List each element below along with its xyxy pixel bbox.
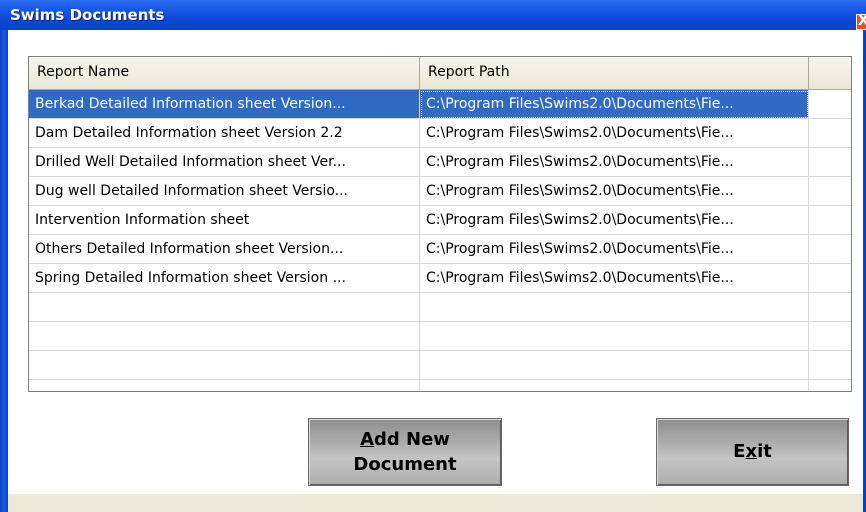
report-name-cell[interactable]: Intervention Information sheet — [29, 206, 420, 235]
documents-grid[interactable]: Report Name Report Path Berkad Detailed … — [28, 56, 852, 392]
table-row[interactable]: Others Detailed Information sheet Versio… — [29, 235, 851, 264]
empty-row — [29, 380, 851, 391]
filler-cell — [809, 90, 851, 119]
filler-cell — [809, 177, 851, 206]
report-name-cell[interactable]: Others Detailed Information sheet Versio… — [29, 235, 420, 264]
label-part: it — [757, 441, 772, 462]
empty-cell — [809, 351, 851, 380]
table-row[interactable]: Intervention Information sheet C:\Progra… — [29, 206, 851, 235]
empty-cell — [29, 293, 420, 322]
report-path-cell[interactable]: C:\Program Files\Swims2.0\Documents\Fie.… — [420, 177, 809, 206]
column-header-report-name[interactable]: Report Name — [29, 57, 420, 89]
table-row[interactable]: Dug well Detailed Information sheet Vers… — [29, 177, 851, 206]
mnemonic-x: x — [745, 441, 758, 462]
exit-button[interactable]: Exit — [656, 418, 849, 486]
window-border-left — [0, 30, 8, 512]
table-row[interactable]: Spring Detailed Information sheet Versio… — [29, 264, 851, 293]
close-icon: X — [858, 15, 866, 29]
report-path-cell[interactable]: C:\Program Files\Swims2.0\Documents\Fie.… — [420, 148, 809, 177]
window-title: Swims Documents — [10, 6, 165, 24]
title-bar[interactable]: Swims Documents X — [0, 0, 866, 30]
label-part: E — [733, 441, 746, 462]
status-strip — [8, 494, 863, 512]
report-name-cell[interactable]: Dam Detailed Information sheet Version 2… — [29, 119, 420, 148]
add-new-document-label-line1: Add New — [309, 427, 501, 452]
empty-row — [29, 322, 851, 351]
report-path-cell[interactable]: C:\Program Files\Swims2.0\Documents\Fie.… — [420, 235, 809, 264]
report-path-cell[interactable]: C:\Program Files\Swims2.0\Documents\Fie.… — [420, 90, 809, 119]
filler-cell — [809, 235, 851, 264]
table-row[interactable]: Dam Detailed Information sheet Version 2… — [29, 119, 851, 148]
report-path-cell[interactable]: C:\Program Files\Swims2.0\Documents\Fie.… — [420, 264, 809, 293]
empty-cell — [420, 351, 809, 380]
empty-cell — [420, 380, 809, 391]
empty-row — [29, 293, 851, 322]
empty-cell — [809, 322, 851, 351]
add-new-document-label-line2: Document — [353, 454, 457, 475]
filler-cell — [809, 119, 851, 148]
filler-cell — [809, 148, 851, 177]
empty-cell — [29, 322, 420, 351]
grid-header: Report Name Report Path — [29, 57, 851, 90]
table-row[interactable]: Berkad Detailed Information sheet Versio… — [29, 90, 851, 119]
report-name-cell[interactable]: Spring Detailed Information sheet Versio… — [29, 264, 420, 293]
report-name-cell[interactable]: Berkad Detailed Information sheet Versio… — [29, 90, 420, 119]
add-new-document-button[interactable]: Add New Document — [308, 418, 502, 486]
filler-cell — [809, 264, 851, 293]
table-row[interactable]: Drilled Well Detailed Information sheet … — [29, 148, 851, 177]
report-name-cell[interactable]: Dug well Detailed Information sheet Vers… — [29, 177, 420, 206]
empty-row — [29, 351, 851, 380]
mnemonic-a: A — [360, 429, 374, 450]
report-name-cell[interactable]: Drilled Well Detailed Information sheet … — [29, 148, 420, 177]
column-header-filler — [809, 57, 851, 89]
column-header-report-path[interactable]: Report Path — [420, 57, 809, 89]
label-part: dd New — [374, 429, 450, 450]
filler-cell — [809, 206, 851, 235]
empty-cell — [29, 380, 420, 391]
report-path-cell[interactable]: C:\Program Files\Swims2.0\Documents\Fie.… — [420, 119, 809, 148]
empty-cell — [809, 380, 851, 391]
empty-cell — [420, 293, 809, 322]
close-button[interactable]: X — [856, 14, 866, 30]
empty-cell — [29, 351, 420, 380]
empty-cell — [420, 322, 809, 351]
report-path-cell[interactable]: C:\Program Files\Swims2.0\Documents\Fie.… — [420, 206, 809, 235]
empty-cell — [809, 293, 851, 322]
